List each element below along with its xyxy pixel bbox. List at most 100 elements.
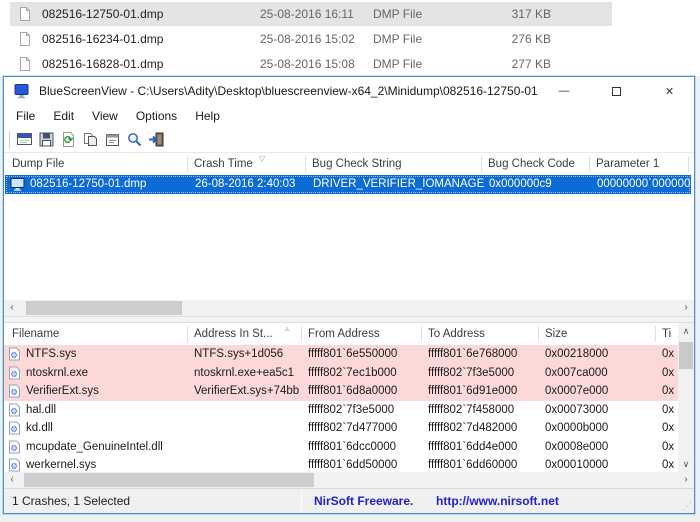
file-name: 082516-16828-01.dmp: [42, 57, 260, 71]
driver-file-icon: ⚙: [8, 458, 21, 472]
sort-desc-icon: ▽: [259, 154, 265, 163]
svg-text:⚙: ⚙: [10, 443, 18, 453]
explorer-row-dmp-file[interactable]: 082516-16234-01.dmp 25-08-2016 15:02 DMP…: [10, 27, 612, 51]
parameter-1-cell: 00000000`000000...: [597, 175, 691, 194]
filename-cell: werkernel.sys: [26, 456, 184, 472]
file-explorer-list: 082516-12750-01.dmp 25-08-2016 16:11 DMP…: [0, 0, 700, 76]
minimize-button[interactable]: —: [541, 77, 587, 105]
close-button[interactable]: ✕: [645, 77, 694, 105]
filename-cell: NTFS.sys: [26, 345, 184, 364]
module-row[interactable]: ⚙ kd.dll fffff802`7d477000 fffff802`7d48…: [4, 419, 678, 438]
scrollbar-thumb[interactable]: [679, 342, 693, 369]
scroll-left-icon[interactable]: ‹: [4, 300, 20, 316]
column-size[interactable]: Size: [545, 323, 567, 345]
column-address-in-stack[interactable]: Address In St...: [194, 323, 273, 345]
file-type: DMP File: [373, 7, 479, 21]
svg-text:⚙: ⚙: [10, 406, 18, 416]
svg-text:⚙: ⚙: [10, 350, 18, 360]
scroll-right-icon[interactable]: ›: [678, 300, 694, 316]
column-parameter-1[interactable]: Parameter 1: [596, 153, 659, 175]
module-row[interactable]: ⚙ hal.dll fffff802`7f3e5000 fffff802`7f4…: [4, 401, 678, 420]
scroll-right-icon[interactable]: ›: [678, 472, 694, 488]
time-cell: 0x: [662, 345, 678, 364]
size-cell: 0x0007e000: [545, 382, 650, 401]
file-type: DMP File: [373, 32, 479, 46]
sort-asc-icon: ▵: [285, 324, 289, 333]
size-cell: 0x007ca000: [545, 364, 650, 383]
save-icon[interactable]: [38, 131, 55, 148]
file-name: 082516-16234-01.dmp: [42, 32, 260, 46]
column-filename[interactable]: Filename: [12, 323, 59, 345]
file-type: DMP File: [373, 57, 479, 71]
svg-text:⚙: ⚙: [10, 387, 18, 397]
lower-vertical-scrollbar[interactable]: ∧ ∨: [678, 323, 694, 472]
properties-icon[interactable]: [104, 131, 121, 148]
module-row[interactable]: ⚙ werkernel.sys fffff801`6dd50000 fffff8…: [4, 456, 678, 472]
svg-text:⚙: ⚙: [10, 461, 18, 471]
column-to-address[interactable]: To Address: [428, 323, 485, 345]
size-cell: 0x00218000: [545, 345, 650, 364]
upper-horizontal-scrollbar[interactable]: ‹ ›: [4, 300, 694, 316]
explorer-row-dmp-file[interactable]: 082516-12750-01.dmp 25-08-2016 16:11 DMP…: [10, 2, 612, 26]
menu-edit[interactable]: Edit: [44, 105, 83, 127]
menu-help[interactable]: Help: [186, 105, 229, 127]
crash-count-status: 1 Crashes, 1 Selected: [12, 489, 130, 513]
from-address-cell: fffff801`6d8a0000: [308, 382, 420, 401]
column-dump-file[interactable]: Dump File: [12, 153, 64, 175]
bluescreenview-app-icon: [14, 83, 30, 99]
file-date: 25-08-2016 16:11: [260, 7, 373, 21]
scroll-down-icon[interactable]: ∨: [678, 456, 694, 472]
size-cell: 0x00010000: [545, 456, 650, 472]
copy-icon[interactable]: [82, 131, 99, 148]
module-row[interactable]: ⚙ ntoskrnl.exe ntoskrnl.exe+ea5c1 fffff8…: [4, 364, 678, 383]
toolbar: ⟳: [4, 127, 694, 153]
resize-grip-icon[interactable]: ⋰: [682, 501, 692, 512]
status-bar: 1 Crashes, 1 Selected NirSoft Freeware. …: [4, 488, 694, 513]
scrollbar-thumb[interactable]: [24, 473, 314, 487]
bsod-monitor-icon: [10, 178, 26, 191]
module-row[interactable]: ⚙ NTFS.sys NTFS.sys+1d056 fffff801`6e550…: [4, 345, 678, 364]
window-title: BlueScreenView - C:\Users\Adity\Desktop\…: [39, 84, 539, 98]
file-icon: [17, 31, 33, 47]
column-crash-time[interactable]: Crash Time: [194, 153, 253, 175]
menu-options[interactable]: Options: [127, 105, 186, 127]
column-bug-check-string[interactable]: Bug Check String: [312, 153, 402, 175]
to-address-cell: fffff801`6dd60000: [428, 456, 536, 472]
find-icon[interactable]: [126, 131, 143, 148]
to-address-cell: fffff801`6dd4e000: [428, 438, 536, 457]
maximize-icon: [612, 87, 621, 96]
from-address-cell: fffff802`7f3e5000: [308, 401, 420, 420]
exit-icon[interactable]: [148, 131, 165, 148]
module-row[interactable]: ⚙ mcupdate_GenuineIntel.dll fffff801`6dc…: [4, 438, 678, 457]
file-icon: [17, 6, 33, 22]
column-from-address[interactable]: From Address: [308, 323, 380, 345]
lower-column-headers: Filename Address In St... ▵ From Address…: [4, 323, 694, 345]
menu-file[interactable]: File: [7, 105, 44, 127]
scrollbar-thumb[interactable]: [26, 301, 182, 315]
svg-text:⚙: ⚙: [10, 369, 18, 379]
from-address-cell: fffff801`6dd50000: [308, 456, 420, 472]
advanced-options-icon[interactable]: [16, 131, 33, 148]
column-time-truncated[interactable]: Ti: [662, 323, 671, 345]
explorer-row-dmp-file[interactable]: 082516-16828-01.dmp 25-08-2016 15:08 DMP…: [10, 52, 612, 76]
toolbar-grip[interactable]: [9, 131, 11, 149]
crash-dump-row-selected[interactable]: 082516-12750-01.dmp 26-08-2016 2:40:03 D…: [5, 175, 691, 194]
pane-splitter[interactable]: [4, 316, 694, 323]
driver-file-icon: ⚙: [8, 421, 21, 435]
size-cell: 0x0008e000: [545, 438, 650, 457]
to-address-cell: fffff802`7f3e5000: [428, 364, 536, 383]
lower-horizontal-scrollbar[interactable]: ‹ ›: [4, 472, 694, 488]
from-address-cell: fffff802`7ec1b000: [308, 364, 420, 383]
dump-file-cell: 082516-12750-01.dmp: [30, 175, 186, 194]
scroll-up-icon[interactable]: ∧: [678, 323, 694, 339]
menu-view[interactable]: View: [83, 105, 127, 127]
to-address-cell: fffff801`6e768000: [428, 345, 536, 364]
refresh-icon[interactable]: ⟳: [60, 131, 77, 148]
nirsoft-brand-text: NirSoft Freeware.: [314, 489, 413, 513]
title-bar: BlueScreenView - C:\Users\Adity\Desktop\…: [4, 77, 694, 105]
maximize-button[interactable]: [593, 77, 639, 105]
column-bug-check-code[interactable]: Bug Check Code: [488, 153, 575, 175]
module-row[interactable]: ⚙ VerifierExt.sys VerifierExt.sys+74bb f…: [4, 382, 678, 401]
driver-file-icon: ⚙: [8, 384, 21, 398]
scroll-left-icon[interactable]: ‹: [4, 472, 20, 488]
